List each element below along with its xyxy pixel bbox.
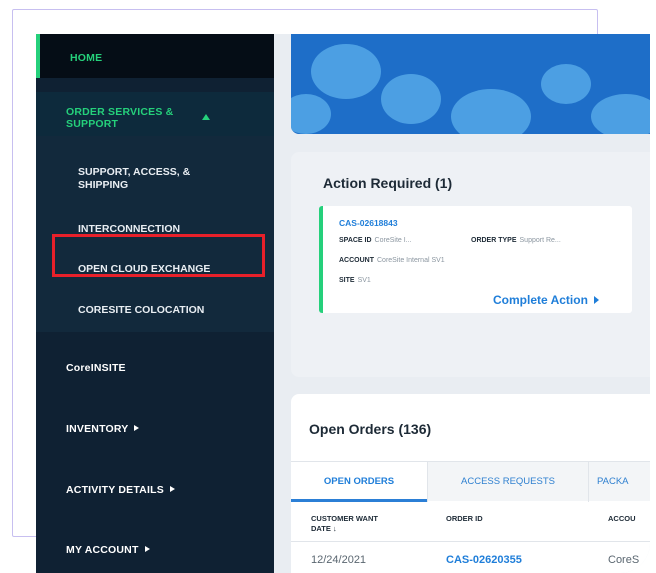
case-id-link[interactable]: CAS-02618843 bbox=[339, 218, 398, 228]
chevron-up-icon bbox=[202, 114, 210, 120]
sidebar-item-my-account-label: MY ACCOUNT bbox=[66, 544, 139, 556]
site-label: SITE bbox=[339, 277, 355, 284]
sidebar-item-activity-details-label: ACTIVITY DETAILS bbox=[66, 484, 164, 496]
site-field: SITE SV1 bbox=[339, 277, 371, 284]
banner-bubble bbox=[591, 94, 650, 134]
column-header-customer-want-date[interactable]: CUSTOMER WANT DATE ↓ bbox=[311, 514, 391, 534]
tab-access-requests[interactable]: ACCESS REQUESTS bbox=[428, 462, 588, 502]
banner-bubble bbox=[381, 74, 441, 124]
account-field: ACCOUNT CoreSite Internal SV1 bbox=[339, 257, 445, 264]
sidebar-item-activity-details[interactable]: ACTIVITY DETAILS bbox=[36, 484, 274, 496]
space-id-value: CoreSite I... bbox=[374, 237, 412, 244]
app-window: HOME ORDER SERVICES & SUPPORT SUPPORT, A… bbox=[36, 34, 650, 573]
banner-bubble bbox=[451, 89, 531, 134]
sidebar: HOME ORDER SERVICES & SUPPORT SUPPORT, A… bbox=[36, 34, 274, 573]
sidebar-item-coresite-colocation[interactable]: CORESITE COLOCATION bbox=[78, 304, 204, 317]
tab-divider bbox=[588, 462, 589, 502]
action-required-card: Action Required (1) CAS-02618843 SPACE I… bbox=[291, 152, 650, 377]
cell-account: CoreS bbox=[608, 554, 640, 566]
action-item: CAS-02618843 SPACE ID CoreSite I... ORDER… bbox=[319, 206, 632, 313]
order-type-field: ORDER TYPE Support Re... bbox=[471, 237, 561, 244]
complete-action-label: Complete Action bbox=[493, 293, 588, 307]
banner-bubble bbox=[311, 44, 381, 99]
chevron-right-icon bbox=[134, 425, 140, 432]
space-id-label: SPACE ID bbox=[339, 237, 372, 244]
sidebar-item-coreinsite-label: CoreINSITE bbox=[66, 362, 126, 374]
order-type-label: ORDER TYPE bbox=[471, 237, 517, 244]
space-id-field: SPACE ID CoreSite I... bbox=[339, 237, 412, 244]
site-value: SV1 bbox=[357, 277, 371, 284]
column-header-account[interactable]: ACCOU bbox=[608, 514, 636, 524]
complete-action-button[interactable]: Complete Action bbox=[493, 293, 599, 307]
hero-banner bbox=[291, 34, 650, 134]
sidebar-item-coreinsite[interactable]: CoreINSITE bbox=[36, 362, 274, 374]
cell-customer-want-date: 12/24/2021 bbox=[311, 554, 367, 566]
account-label: ACCOUNT bbox=[339, 257, 374, 264]
chevron-right-icon bbox=[144, 546, 150, 553]
order-type-value: Support Re... bbox=[519, 237, 561, 244]
sidebar-item-support-access-shipping[interactable]: SUPPORT, ACCESS, & SHIPPING bbox=[78, 166, 228, 191]
row-divider bbox=[291, 541, 650, 542]
banner-bubble bbox=[291, 94, 331, 134]
play-arrow-icon bbox=[593, 295, 599, 304]
chevron-right-icon bbox=[169, 486, 175, 493]
banner-bubble bbox=[541, 64, 591, 104]
sidebar-item-my-account[interactable]: MY ACCOUNT bbox=[36, 544, 274, 556]
account-value: CoreSite Internal SV1 bbox=[377, 257, 445, 264]
sidebar-item-order-services[interactable]: ORDER SERVICES & SUPPORT bbox=[36, 92, 274, 136]
cell-order-id-link[interactable]: CAS-02620355 bbox=[446, 554, 522, 566]
highlight-annotation bbox=[52, 234, 265, 277]
tab-packages[interactable]: PACKA bbox=[597, 462, 650, 502]
open-orders-card: Open Orders (136) OPEN ORDERS ACCESS REQ… bbox=[291, 394, 650, 573]
sidebar-item-inventory-label: INVENTORY bbox=[66, 423, 129, 435]
open-orders-title: Open Orders (136) bbox=[309, 421, 432, 437]
action-required-title: Action Required (1) bbox=[323, 175, 453, 191]
orders-tabs: OPEN ORDERS ACCESS REQUESTS PACKA bbox=[291, 461, 650, 502]
sidebar-item-order-services-label: ORDER SERVICES & SUPPORT bbox=[66, 106, 174, 130]
sidebar-item-home-label: HOME bbox=[70, 52, 103, 64]
sidebar-item-home[interactable]: HOME bbox=[36, 34, 274, 78]
sidebar-item-inventory[interactable]: INVENTORY bbox=[36, 423, 274, 435]
column-header-order-id[interactable]: ORDER ID bbox=[446, 514, 483, 524]
tab-open-orders[interactable]: OPEN ORDERS bbox=[291, 462, 427, 502]
